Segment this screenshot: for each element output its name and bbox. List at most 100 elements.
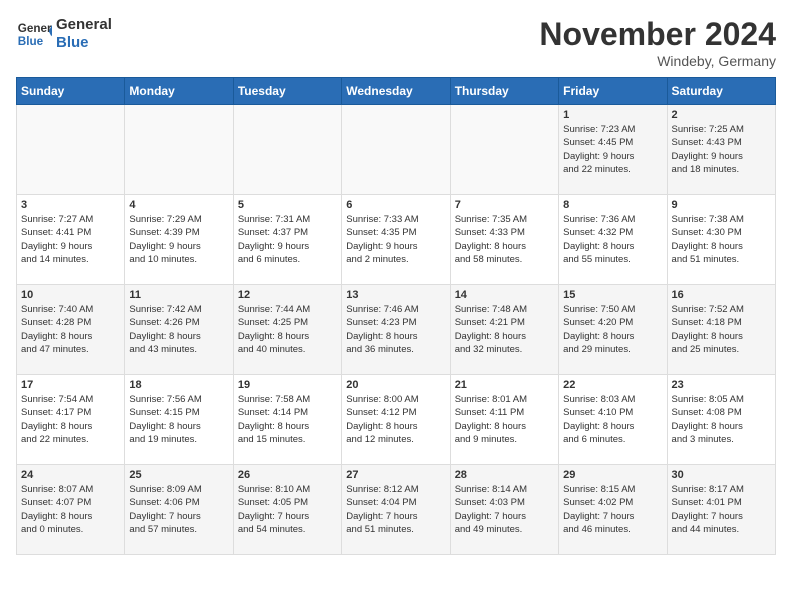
day-number: 13	[346, 289, 445, 301]
calendar-cell: 14 Sunrise: 7:48 AMSunset: 4:21 PMDayligh…	[450, 285, 558, 375]
day-number: 29	[563, 469, 662, 481]
day-number: 12	[238, 289, 337, 301]
day-number: 24	[21, 469, 120, 481]
calendar-cell: 2 Sunrise: 7:25 AMSunset: 4:43 PMDaylight…	[667, 105, 775, 195]
calendar-cell	[450, 105, 558, 195]
day-info: Sunrise: 7:36 AMSunset: 4:32 PMDaylight:…	[563, 213, 662, 266]
day-number: 25	[129, 469, 228, 481]
day-info: Sunrise: 7:58 AMSunset: 4:14 PMDaylight:…	[238, 393, 337, 446]
day-info: Sunrise: 7:27 AMSunset: 4:41 PMDaylight:…	[21, 213, 120, 266]
day-info: Sunrise: 7:48 AMSunset: 4:21 PMDaylight:…	[455, 303, 554, 356]
calendar-week-row: 24Sunrise: 8:07 AMSunset: 4:07 PMDayligh…	[17, 465, 776, 555]
location: Windeby, Germany	[539, 53, 776, 69]
calendar-cell: 13 Sunrise: 7:46 AMSunset: 4:23 PMDayligh…	[342, 285, 450, 375]
day-info: Sunrise: 8:12 AMSunset: 4:04 PMDaylight:…	[346, 483, 445, 536]
day-info: Sunrise: 7:31 AMSunset: 4:37 PMDaylight:…	[238, 213, 337, 266]
day-number: 22	[563, 379, 662, 391]
calendar-cell: 24Sunrise: 8:07 AMSunset: 4:07 PMDayligh…	[17, 465, 125, 555]
calendar-cell: 29 Sunrise: 8:15 AMSunset: 4:02 PMDayligh…	[559, 465, 667, 555]
day-number: 30	[672, 469, 771, 481]
logo: General Blue General Blue	[16, 16, 112, 52]
day-info: Sunrise: 8:00 AMSunset: 4:12 PMDaylight:…	[346, 393, 445, 446]
calendar-cell: 22 Sunrise: 8:03 AMSunset: 4:10 PMDayligh…	[559, 375, 667, 465]
day-number: 17	[21, 379, 120, 391]
weekday-header: Monday	[125, 78, 233, 105]
calendar-week-row: 17 Sunrise: 7:54 AMSunset: 4:17 PMDayligh…	[17, 375, 776, 465]
calendar-cell: 17 Sunrise: 7:54 AMSunset: 4:17 PMDayligh…	[17, 375, 125, 465]
svg-text:General: General	[18, 22, 52, 35]
day-info: Sunrise: 7:44 AMSunset: 4:25 PMDaylight:…	[238, 303, 337, 356]
day-number: 4	[129, 199, 228, 211]
day-info: Sunrise: 8:17 AMSunset: 4:01 PMDaylight:…	[672, 483, 771, 536]
day-number: 26	[238, 469, 337, 481]
calendar-cell	[342, 105, 450, 195]
month-title: November 2024	[539, 16, 776, 53]
calendar-cell: 18 Sunrise: 7:56 AMSunset: 4:15 PMDayligh…	[125, 375, 233, 465]
day-number: 10	[21, 289, 120, 301]
logo-blue: Blue	[56, 34, 112, 52]
calendar-cell: 16 Sunrise: 7:52 AMSunset: 4:18 PMDayligh…	[667, 285, 775, 375]
calendar-cell: 27 Sunrise: 8:12 AMSunset: 4:04 PMDayligh…	[342, 465, 450, 555]
day-info: Sunrise: 8:09 AMSunset: 4:06 PMDaylight:…	[129, 483, 228, 536]
day-number: 8	[563, 199, 662, 211]
calendar-cell: 6 Sunrise: 7:33 AMSunset: 4:35 PMDaylight…	[342, 195, 450, 285]
calendar-cell: 30 Sunrise: 8:17 AMSunset: 4:01 PMDayligh…	[667, 465, 775, 555]
day-info: Sunrise: 7:50 AMSunset: 4:20 PMDaylight:…	[563, 303, 662, 356]
day-info: Sunrise: 8:10 AMSunset: 4:05 PMDaylight:…	[238, 483, 337, 536]
calendar-cell	[125, 105, 233, 195]
calendar-cell: 1 Sunrise: 7:23 AMSunset: 4:45 PMDaylight…	[559, 105, 667, 195]
weekday-header: Wednesday	[342, 78, 450, 105]
calendar-cell: 21 Sunrise: 8:01 AMSunset: 4:11 PMDayligh…	[450, 375, 558, 465]
calendar-cell: 28 Sunrise: 8:14 AMSunset: 4:03 PMDayligh…	[450, 465, 558, 555]
calendar-week-row: 10 Sunrise: 7:40 AMSunset: 4:28 PMDayligh…	[17, 285, 776, 375]
calendar-cell: 3 Sunrise: 7:27 AMSunset: 4:41 PMDaylight…	[17, 195, 125, 285]
day-number: 11	[129, 289, 228, 301]
header-row: SundayMondayTuesdayWednesdayThursdayFrid…	[17, 78, 776, 105]
day-info: Sunrise: 7:23 AMSunset: 4:45 PMDaylight:…	[563, 123, 662, 176]
day-number: 14	[455, 289, 554, 301]
day-number: 28	[455, 469, 554, 481]
day-number: 6	[346, 199, 445, 211]
day-number: 3	[21, 199, 120, 211]
day-info: Sunrise: 7:46 AMSunset: 4:23 PMDaylight:…	[346, 303, 445, 356]
day-info: Sunrise: 7:33 AMSunset: 4:35 PMDaylight:…	[346, 213, 445, 266]
day-number: 2	[672, 109, 771, 121]
day-info: Sunrise: 7:56 AMSunset: 4:15 PMDaylight:…	[129, 393, 228, 446]
day-info: Sunrise: 8:15 AMSunset: 4:02 PMDaylight:…	[563, 483, 662, 536]
calendar-cell: 20 Sunrise: 8:00 AMSunset: 4:12 PMDayligh…	[342, 375, 450, 465]
day-number: 15	[563, 289, 662, 301]
page-header: General Blue General Blue November 2024 …	[16, 16, 776, 69]
day-number: 16	[672, 289, 771, 301]
calendar-cell: 8 Sunrise: 7:36 AMSunset: 4:32 PMDaylight…	[559, 195, 667, 285]
day-info: Sunrise: 7:29 AMSunset: 4:39 PMDaylight:…	[129, 213, 228, 266]
day-number: 19	[238, 379, 337, 391]
calendar-cell: 19 Sunrise: 7:58 AMSunset: 4:14 PMDayligh…	[233, 375, 341, 465]
day-number: 7	[455, 199, 554, 211]
calendar-cell: 11 Sunrise: 7:42 AMSunset: 4:26 PMDayligh…	[125, 285, 233, 375]
day-info: Sunrise: 7:40 AMSunset: 4:28 PMDaylight:…	[21, 303, 120, 356]
day-number: 23	[672, 379, 771, 391]
calendar-cell: 4 Sunrise: 7:29 AMSunset: 4:39 PMDaylight…	[125, 195, 233, 285]
day-info: Sunrise: 7:52 AMSunset: 4:18 PMDaylight:…	[672, 303, 771, 356]
day-number: 9	[672, 199, 771, 211]
day-number: 21	[455, 379, 554, 391]
day-info: Sunrise: 7:54 AMSunset: 4:17 PMDaylight:…	[21, 393, 120, 446]
calendar-week-row: 3 Sunrise: 7:27 AMSunset: 4:41 PMDaylight…	[17, 195, 776, 285]
day-info: Sunrise: 8:14 AMSunset: 4:03 PMDaylight:…	[455, 483, 554, 536]
day-number: 27	[346, 469, 445, 481]
day-number: 1	[563, 109, 662, 121]
day-info: Sunrise: 7:38 AMSunset: 4:30 PMDaylight:…	[672, 213, 771, 266]
calendar-cell: 15 Sunrise: 7:50 AMSunset: 4:20 PMDayligh…	[559, 285, 667, 375]
logo-general: General	[56, 16, 112, 34]
day-info: Sunrise: 7:42 AMSunset: 4:26 PMDaylight:…	[129, 303, 228, 356]
calendar-cell	[233, 105, 341, 195]
calendar-cell: 5Sunrise: 7:31 AMSunset: 4:37 PMDaylight…	[233, 195, 341, 285]
weekday-header: Tuesday	[233, 78, 341, 105]
logo-icon: General Blue	[16, 16, 52, 52]
calendar-table: SundayMondayTuesdayWednesdayThursdayFrid…	[16, 77, 776, 555]
day-number: 18	[129, 379, 228, 391]
day-info: Sunrise: 7:25 AMSunset: 4:43 PMDaylight:…	[672, 123, 771, 176]
day-info: Sunrise: 8:01 AMSunset: 4:11 PMDaylight:…	[455, 393, 554, 446]
day-number: 20	[346, 379, 445, 391]
day-info: Sunrise: 8:03 AMSunset: 4:10 PMDaylight:…	[563, 393, 662, 446]
